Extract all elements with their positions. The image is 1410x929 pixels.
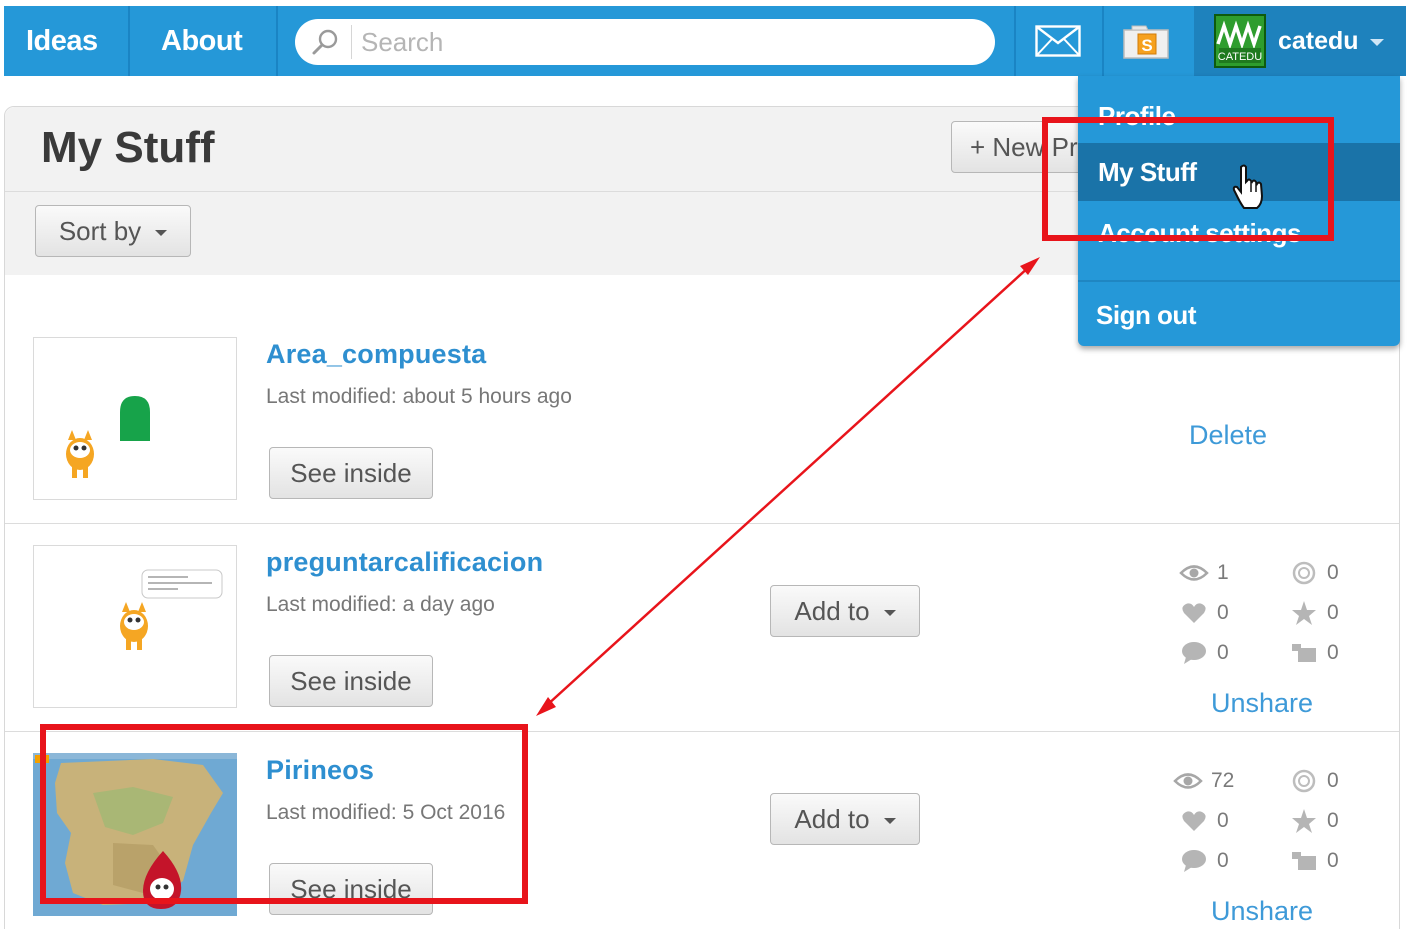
annotation-arrow: [536, 257, 1040, 716]
page: Ideas About Search S CATEDU catedu My St…: [0, 0, 1410, 929]
